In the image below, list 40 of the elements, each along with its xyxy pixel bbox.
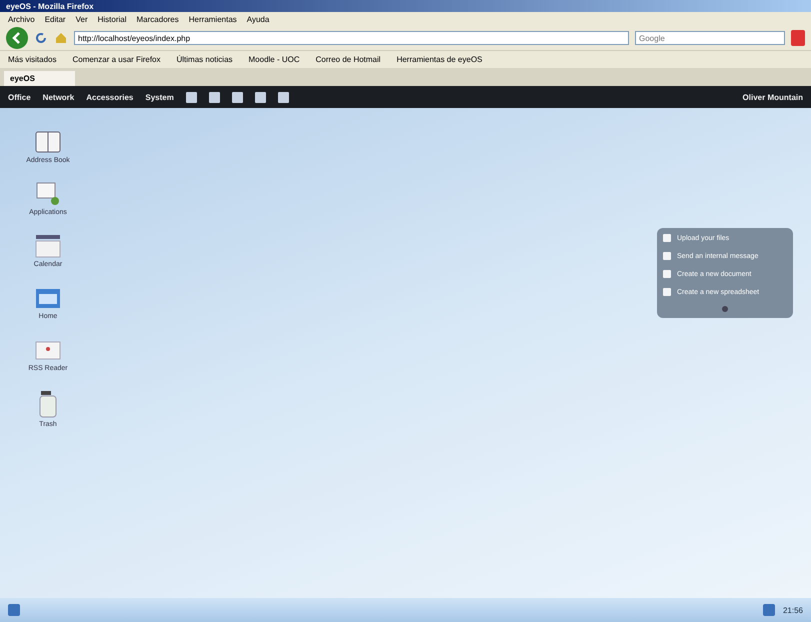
user-menu[interactable]: Oliver Mountain bbox=[742, 92, 803, 102]
app-menu[interactable]: Network bbox=[42, 92, 74, 102]
bookmark-link[interactable]: Últimas noticias bbox=[176, 55, 233, 64]
browser-tab[interactable]: eyeOS bbox=[4, 71, 75, 86]
square-icon bbox=[663, 252, 671, 260]
app-menu[interactable]: System bbox=[145, 92, 174, 102]
dot-icon bbox=[722, 306, 728, 312]
menu-item[interactable]: Ayuda bbox=[246, 14, 270, 24]
menu-item[interactable]: Herramientas bbox=[188, 14, 237, 24]
square-icon bbox=[663, 270, 671, 278]
toolbar-square-icon[interactable] bbox=[278, 92, 289, 102]
menu-item[interactable]: Editar bbox=[44, 14, 66, 24]
search-field[interactable]: Google bbox=[635, 31, 785, 45]
address-field[interactable]: http://localhost/eyeos/index.php bbox=[74, 31, 629, 45]
app-menu[interactable]: Accessories bbox=[86, 92, 134, 102]
back-button[interactable] bbox=[6, 27, 28, 49]
toolbar-square-icon[interactable] bbox=[254, 92, 266, 102]
toolbar-square-icon[interactable] bbox=[186, 92, 197, 102]
menu-item[interactable]: Marcadores bbox=[136, 14, 179, 24]
toolbar-square-icon[interactable] bbox=[208, 92, 220, 102]
reload-icon[interactable] bbox=[34, 31, 48, 45]
square-icon bbox=[663, 234, 671, 242]
square-icon bbox=[663, 288, 671, 296]
bookmark-link[interactable]: Herramientas de eyeOS bbox=[396, 55, 482, 64]
monitor-icon[interactable] bbox=[35, 182, 61, 206]
book-icon[interactable] bbox=[35, 130, 61, 154]
bookmark-link[interactable]: Correo de Hotmail bbox=[316, 55, 381, 64]
window-title: eyeOS - Mozilla Firefox bbox=[6, 2, 94, 10]
bookmark-link[interactable]: Más visitados bbox=[8, 55, 56, 64]
bookmark-link[interactable]: Comenzar a usar Firefox bbox=[72, 55, 160, 64]
start-icon[interactable] bbox=[8, 604, 20, 616]
menu-item[interactable]: Archivo bbox=[8, 14, 35, 24]
app-menu[interactable]: Office bbox=[8, 92, 31, 102]
clock: 21:56 bbox=[782, 606, 803, 614]
calendar-icon[interactable] bbox=[35, 234, 61, 258]
menu-item[interactable]: Ver bbox=[76, 14, 88, 24]
toolbar-square-icon[interactable] bbox=[232, 92, 243, 102]
menu-item[interactable]: Historial bbox=[98, 14, 127, 24]
bookmark-link[interactable]: Moodle - UOC bbox=[248, 55, 300, 64]
folder-icon[interactable] bbox=[35, 286, 61, 310]
